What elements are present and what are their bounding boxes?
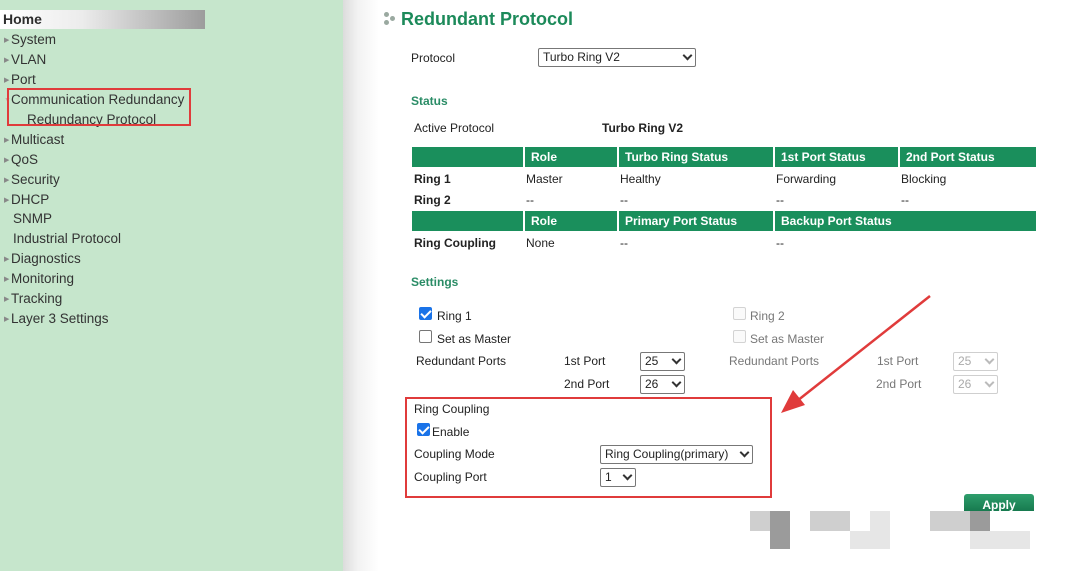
ring-coupling-heading: Ring Coupling	[414, 402, 490, 416]
col-backup-port-status: Backup Port Status	[773, 211, 1036, 231]
coupling-mode-label: Coupling Mode	[414, 447, 495, 461]
coupling-port-select[interactable]: 1	[600, 468, 636, 487]
protocol-label: Protocol	[411, 51, 456, 65]
chevron-down-icon	[622, 470, 633, 481]
ring2-master-label: Set as Master	[750, 332, 825, 346]
ring-name: Ring 1	[414, 172, 451, 186]
ring-port2-status: Blocking	[901, 172, 947, 186]
apply-button[interactable]: Apply	[964, 494, 1034, 511]
coupling-role: None	[526, 236, 555, 250]
ring2-master-checkbox[interactable]	[733, 330, 746, 343]
active-protocol-value: Turbo Ring V2	[602, 121, 684, 135]
ring2-port1-label: 1st Port	[877, 354, 919, 368]
protocol-select[interactable]: Turbo Ring V2	[538, 48, 696, 67]
triangle-right-icon: ▶	[4, 296, 10, 303]
ring-status: Healthy	[620, 172, 661, 186]
triangle-right-icon: ▶	[4, 276, 10, 283]
nav-item-layer3-settings[interactable]: ▶ Layer 3 Settings	[0, 311, 109, 329]
nav-home-label: Home	[3, 11, 42, 27]
coupling-port-label: Coupling Port	[414, 470, 487, 484]
nav-item-snmp[interactable]: SNMP	[13, 211, 52, 226]
ring2-label: Ring 2	[750, 309, 785, 323]
nav-item-monitoring[interactable]: ▶ Monitoring	[0, 271, 74, 289]
triangle-right-icon: ▶	[4, 157, 10, 164]
nav-item-qos[interactable]: ▶ QoS	[0, 152, 38, 170]
nav-item-system[interactable]: ▶ System	[0, 32, 56, 50]
frame-divider	[343, 0, 379, 571]
ring-role: --	[526, 193, 534, 207]
col-2nd-port-status: 2nd Port Status	[898, 147, 1036, 167]
ring1-label: Ring 1	[437, 309, 472, 323]
ring2-port2-select[interactable]: 26	[953, 375, 998, 394]
coupling-mode-select[interactable]: Ring Coupling(primary)	[600, 445, 753, 464]
active-protocol-label: Active Protocol	[414, 121, 495, 135]
col-turbo-ring-status: Turbo Ring Status	[617, 147, 773, 167]
ring2-port1-select[interactable]: 25	[953, 352, 998, 371]
sidebar-nav: Home ▶ System ▶ VLAN ▶ Port ▼Communication …	[0, 0, 343, 571]
ring-status-header: Role Turbo Ring Status 1st Port Status 2…	[412, 147, 1036, 167]
ring2-checkbox[interactable]	[733, 307, 746, 320]
status-heading: Status	[411, 94, 448, 108]
ring1-master-checkbox[interactable]	[419, 330, 432, 343]
coupling-enable-label: Enable	[432, 425, 470, 439]
triangle-right-icon: ▶	[4, 197, 10, 204]
ring2-redundant-ports-label: Redundant Ports	[729, 354, 820, 368]
triangle-right-icon: ▶	[4, 177, 10, 184]
nav-item-security[interactable]: ▶ Security	[0, 172, 60, 190]
triangle-right-icon: ▶	[4, 77, 10, 84]
ring-port1-status: Forwarding	[776, 172, 837, 186]
triangle-right-icon: ▶	[4, 316, 10, 323]
col-1st-port-status: 1st Port Status	[773, 147, 898, 167]
chevron-down-icon	[682, 50, 693, 61]
coupling-name: Ring Coupling	[414, 236, 496, 250]
chevron-down-icon	[984, 377, 995, 388]
nav-item-multicast[interactable]: ▶ Multicast	[0, 132, 64, 150]
col-role: Role	[523, 211, 617, 231]
col-primary-port-status: Primary Port Status	[617, 211, 773, 231]
coupling-status-header: Role Primary Port Status Backup Port Sta…	[412, 211, 1036, 231]
nav-item-vlan[interactable]: ▶ VLAN	[0, 52, 46, 70]
chevron-down-icon	[671, 377, 682, 388]
ring1-port2-select[interactable]: 26	[640, 375, 685, 394]
ring-name: Ring 2	[414, 193, 451, 207]
triangle-right-icon: ▶	[4, 57, 10, 64]
col-role: Role	[523, 147, 617, 167]
ring1-port1-select[interactable]: 25	[640, 352, 685, 371]
nav-home[interactable]: Home	[0, 10, 205, 29]
page-title: Redundant Protocol	[401, 9, 573, 29]
ring-role: Master	[526, 172, 563, 186]
ring-status: --	[620, 193, 628, 207]
ring1-checkbox[interactable]	[419, 307, 432, 320]
nav-item-dhcp[interactable]: ▶ DHCP	[0, 192, 49, 210]
chevron-down-icon	[739, 447, 750, 458]
ring-port2-status: --	[901, 193, 909, 207]
ring-port1-status: --	[776, 193, 784, 207]
chevron-down-icon	[984, 354, 995, 365]
settings-heading: Settings	[411, 275, 459, 289]
ring2-port2-label: 2nd Port	[876, 377, 922, 391]
ring1-redundant-ports-label: Redundant Ports	[416, 354, 507, 368]
nav-item-industrial-protocol[interactable]: Industrial Protocol	[13, 231, 121, 246]
nav-item-diagnostics[interactable]: ▶ Diagnostics	[0, 251, 81, 269]
triangle-right-icon: ▶	[4, 256, 10, 263]
coupling-enable-checkbox[interactable]	[417, 423, 430, 436]
coupling-backup-status: --	[776, 236, 784, 250]
annotation-highlight-box	[7, 88, 191, 126]
triangle-right-icon: ▶	[4, 137, 10, 144]
ring1-port1-label: 1st Port	[564, 354, 606, 368]
ring1-port2-label: 2nd Port	[564, 377, 610, 391]
ring1-master-label: Set as Master	[437, 332, 512, 346]
coupling-primary-status: --	[620, 236, 628, 250]
triangle-right-icon: ▶	[4, 37, 10, 44]
nav-item-tracking[interactable]: ▶ Tracking	[0, 291, 62, 309]
title-dots-icon	[384, 12, 398, 26]
chevron-down-icon	[671, 354, 682, 365]
